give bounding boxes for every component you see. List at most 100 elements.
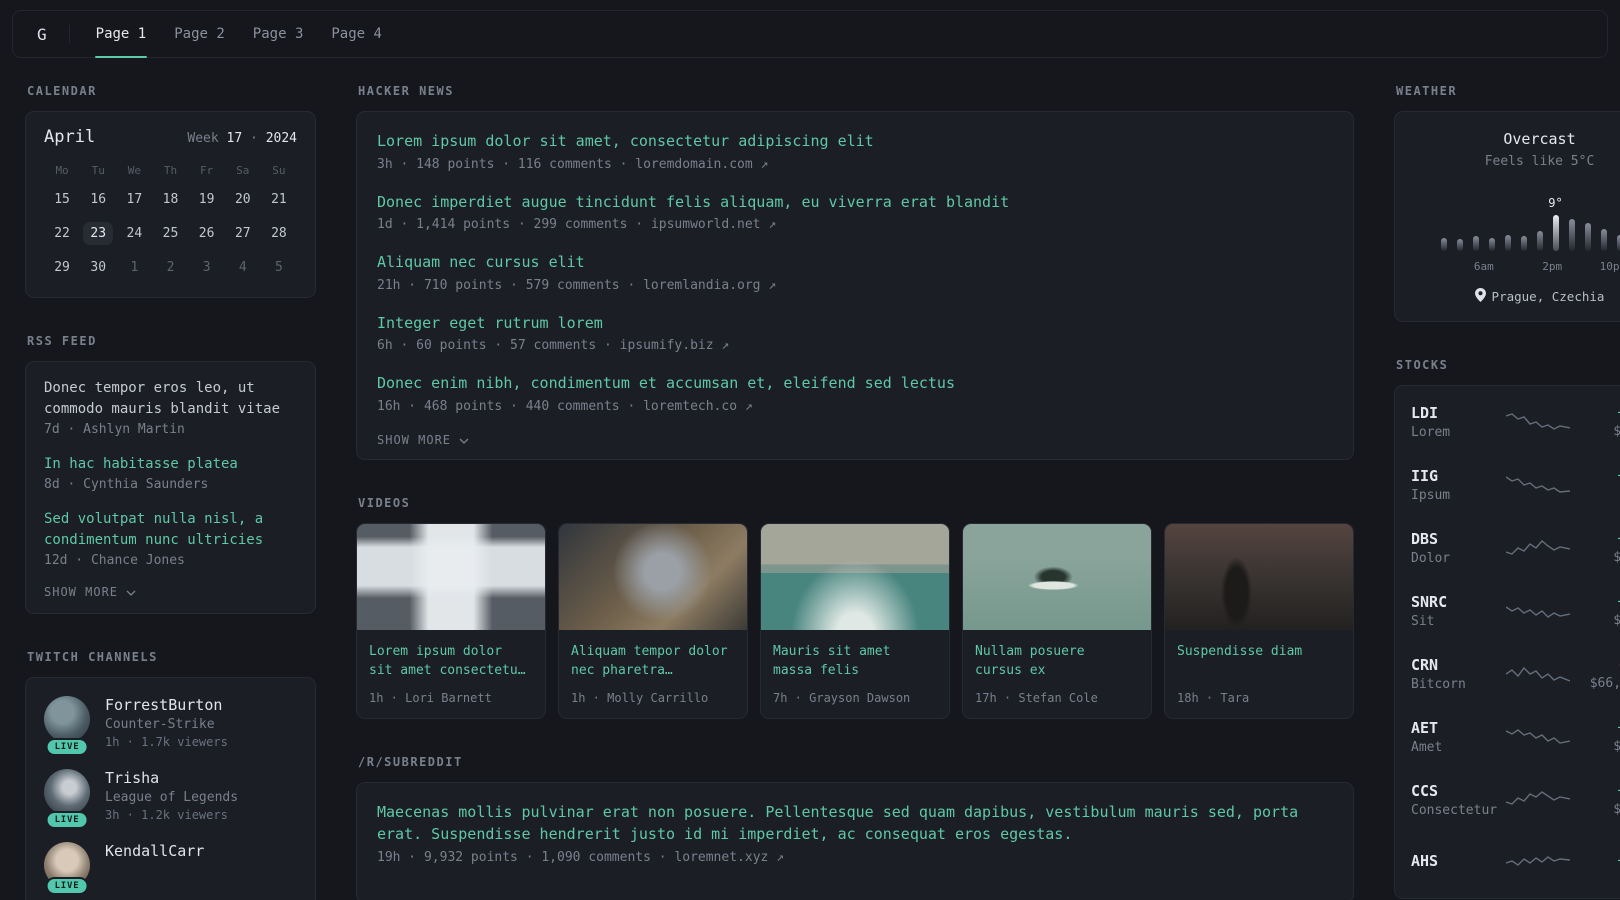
rss-show-more-button[interactable]: SHOW MORE <box>44 585 297 599</box>
top-bar: G Page 1 Page 2 Page 3 Page 4 <box>12 10 1608 58</box>
right-column: WEATHER Overcast Feels like 5°C 9° 6am 2… <box>1394 84 1620 900</box>
hackernews-item[interactable]: Integer eget rutrum lorem 6h · 60 points… <box>377 312 1333 354</box>
stock-change: +1.42% <box>1576 531 1620 547</box>
weather-bar-1 <box>1456 239 1463 251</box>
rss-section: RSS FEED Donec tempor eros leo, ut commo… <box>25 334 316 614</box>
video-title[interactable]: Aliquam tempor dolor nec pharetra… <box>559 630 747 681</box>
twitch-channel[interactable]: LIVE ForrestBurton Counter-Strike 1h · 1… <box>44 696 297 756</box>
weather-bar-7: 9° <box>1548 196 1563 251</box>
video-thumbnail[interactable] <box>357 523 545 630</box>
video-card[interactable]: Nullam posuere cursus ex 17h · Stefan Co… <box>962 522 1152 719</box>
twitch-channel[interactable]: LIVE KendallCarr <box>44 842 297 895</box>
stock-row[interactable]: IIG Ipsum +2.84% $42.04 <box>1411 453 1620 516</box>
video-card[interactable]: Mauris sit amet massa felis 7h · Grayson… <box>760 522 950 719</box>
twitch-channel[interactable]: LIVE Trisha League of Legends 3h · 1.2k … <box>44 769 297 829</box>
stock-change: +1.36% <box>1576 594 1620 610</box>
stock-row[interactable]: CCS Consectetur +0.51% $165.84 <box>1411 768 1620 831</box>
video-card[interactable]: Aliquam tempor dolor nec pharetra… 1h · … <box>558 522 748 719</box>
video-meta: 1h · Molly Carrillo <box>571 690 709 705</box>
channel-name[interactable]: KendallCarr <box>105 842 204 860</box>
weather-feels-like: Feels like 5°C <box>1484 154 1595 169</box>
story-title[interactable]: Integer eget rutrum lorem <box>377 312 1333 335</box>
subreddit-section: /R/SUBREDDIT Maecenas mollis pulvinar er… <box>356 755 1354 900</box>
story-title[interactable]: Donec imperdiet augue tincidunt felis al… <box>377 191 1333 214</box>
location-pin-icon <box>1474 288 1486 305</box>
stock-row[interactable]: AHS +0.46% <box>1411 831 1620 894</box>
hackernews-item[interactable]: Donec enim nibh, condimentum et accumsan… <box>377 372 1333 414</box>
calendar-day: 25 <box>162 226 179 241</box>
weather-bar-9 <box>1584 223 1591 251</box>
story-domain-link[interactable]: loremdomain.com ↗ <box>635 157 768 172</box>
tab-page-1[interactable]: Page 1 <box>82 11 161 58</box>
rss-item-meta: 12d · Chance Jones <box>44 553 185 568</box>
hackernews-item[interactable]: Lorem ipsum dolor sit amet, consectetur … <box>377 130 1333 172</box>
app-logo: G <box>37 24 70 44</box>
stock-row[interactable]: AET Amet +0.92% $499.72 <box>1411 705 1620 768</box>
calendar-day-next-month: 2 <box>166 260 175 275</box>
stock-price: $795.18 <box>1613 423 1620 439</box>
hackernews-show-more-button[interactable]: SHOW MORE <box>377 433 1333 447</box>
weather-section: WEATHER Overcast Feels like 5°C 9° 6am 2… <box>1394 84 1620 322</box>
stock-row[interactable]: CRN Bitcorn -1.00% $66,171.48 <box>1411 642 1620 705</box>
video-thumbnail[interactable] <box>1165 523 1353 630</box>
stock-price: $42.04 <box>1576 487 1620 502</box>
weather-bar-3 <box>1488 238 1495 251</box>
stock-row[interactable]: DBS Dolor +1.42% $156.28 <box>1411 516 1620 579</box>
rss-item-title[interactable]: Sed volutpat nulla nisl, a condimentum n… <box>44 509 297 551</box>
video-thumbnail[interactable] <box>963 523 1151 630</box>
story-domain-link[interactable]: loremlandia.org ↗ <box>643 278 776 293</box>
stock-change: +4.35% <box>1576 405 1620 421</box>
video-title[interactable]: Nullam posuere cursus ex <box>963 630 1151 681</box>
rss-item[interactable]: In hac habitasse platea 8d · Cynthia Sau… <box>44 454 297 492</box>
video-card[interactable]: Suspendisse diam 18h · Tara <box>1164 522 1354 719</box>
rss-item-title[interactable]: Donec tempor eros leo, ut commodo mauris… <box>44 378 297 420</box>
story-domain-link[interactable]: ipsumify.biz ↗ <box>620 338 730 353</box>
rss-item[interactable]: Donec tempor eros leo, ut commodo mauris… <box>44 378 297 437</box>
video-title[interactable]: Lorem ipsum dolor sit amet consectetu… <box>357 630 545 681</box>
channel-viewers: 1h · 1.7k viewers <box>105 735 228 749</box>
channel-category[interactable]: Counter-Strike <box>105 717 228 732</box>
rss-item-title[interactable]: In hac habitasse platea <box>44 454 297 475</box>
stock-sparkline <box>1499 787 1576 813</box>
rss-item[interactable]: Sed volutpat nulla nisl, a condimentum n… <box>44 509 297 568</box>
video-title[interactable]: Mauris sit amet massa felis <box>761 630 949 681</box>
story-meta: 21h · 710 points · 579 comments · loreml… <box>377 277 777 293</box>
tab-page-4[interactable]: Page 4 <box>317 11 396 57</box>
stock-row[interactable]: LDI Lorem +4.35% $795.18 <box>1411 390 1620 453</box>
stock-sparkline <box>1499 724 1576 750</box>
channel-name[interactable]: Trisha <box>105 769 238 787</box>
hackernews-item[interactable]: Aliquam nec cursus elit 21h · 710 points… <box>377 251 1333 293</box>
live-badge: LIVE <box>45 811 89 829</box>
story-title[interactable]: Donec enim nibh, condimentum et accumsan… <box>377 372 1333 395</box>
story-title[interactable]: Lorem ipsum dolor sit amet, consectetur … <box>377 130 1333 153</box>
story-domain-link[interactable]: ipsumworld.net ↗ <box>651 217 776 232</box>
stock-change: +0.92% <box>1576 720 1620 736</box>
channel-avatar-image <box>44 769 90 815</box>
post-domain-link[interactable]: loremnet.xyz ↗ <box>674 850 784 865</box>
calendar-day: 26 <box>198 226 215 241</box>
stock-name: Bitcorn <box>1411 676 1466 692</box>
video-thumbnail[interactable] <box>559 523 747 630</box>
channel-category[interactable]: League of Legends <box>105 790 238 805</box>
tab-page-3[interactable]: Page 3 <box>239 11 318 57</box>
video-thumbnail[interactable] <box>761 523 949 630</box>
dow-label: Su <box>272 164 286 177</box>
channel-viewers: 3h · 1.2k viewers <box>105 808 228 822</box>
calendar-grid: Mo Tu We Th Fr Sa Su 15 16 17 18 19 20 2… <box>44 164 297 279</box>
story-domain-link[interactable]: loremtech.co ↗ <box>643 399 753 414</box>
weather-bar-2 <box>1472 236 1479 251</box>
avatar: LIVE <box>44 696 90 756</box>
video-card[interactable]: Lorem ipsum dolor sit amet consectetu… 1… <box>356 522 546 719</box>
stock-row[interactable]: SNRC Sit +1.36% $148.64 <box>1411 579 1620 642</box>
story-title[interactable]: Aliquam nec cursus elit <box>377 251 1333 274</box>
post-title[interactable]: Maecenas mollis pulvinar erat non posuer… <box>377 801 1333 846</box>
channel-name[interactable]: ForrestBurton <box>105 696 228 714</box>
hackernews-item[interactable]: Donec imperdiet augue tincidunt felis al… <box>377 191 1333 233</box>
video-carousel: Lorem ipsum dolor sit amet consectetu… 1… <box>356 522 1354 719</box>
subreddit-post[interactable]: Maecenas mollis pulvinar erat non posuer… <box>377 801 1333 865</box>
calendar-day-next-month: 4 <box>238 260 247 275</box>
calendar-day: 15 <box>54 192 70 207</box>
video-title[interactable]: Suspendisse diam <box>1165 630 1353 672</box>
tab-page-2[interactable]: Page 2 <box>160 11 239 57</box>
stock-change: +0.51% <box>1576 783 1620 799</box>
